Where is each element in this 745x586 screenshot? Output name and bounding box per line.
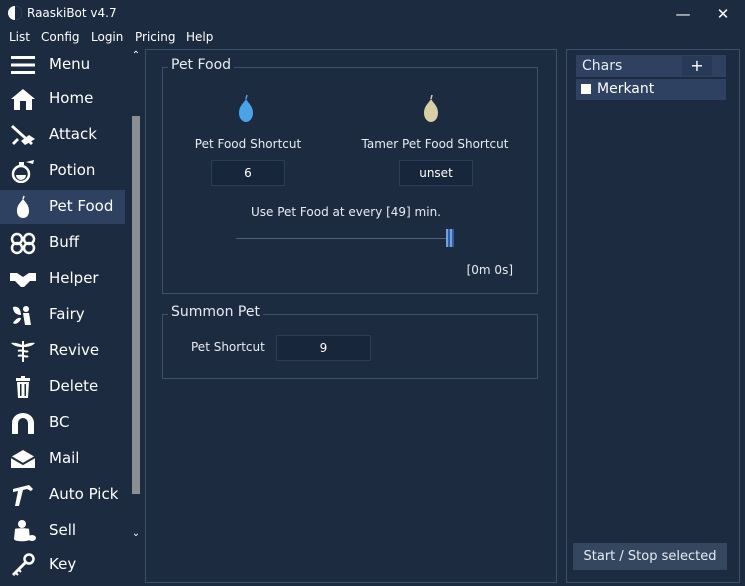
window-title: RaaskiBot v4.7 [27, 6, 117, 20]
handshake-icon [10, 273, 36, 287]
sidebar-item-home[interactable]: Home [0, 82, 125, 116]
sword-icon [11, 125, 35, 145]
sidebar-item-label: Key [49, 555, 77, 573]
pet-food-timer: [0m 0s] [466, 263, 513, 277]
tamer-pet-food-shortcut-field[interactable]: unset [399, 160, 473, 186]
potion-icon [11, 160, 34, 183]
summon-pet-group-title: Summon Pet [168, 304, 263, 320]
pet-food-shortcut-label: Pet Food Shortcut [194, 137, 302, 151]
sidebar: Menu Home Attack Potion Pet Food Buff He… [0, 48, 142, 586]
char-list-item[interactable]: Merkant [576, 79, 726, 100]
chars-header: Chars + [576, 55, 726, 77]
tamer-pear-icon [424, 95, 438, 122]
sidebar-item-helper[interactable]: Helper [0, 262, 125, 296]
menu-bar: List Config Login Pricing Help [0, 28, 745, 48]
sidebar-item-label: Fairy [49, 305, 85, 323]
sidebar-item-potion[interactable]: Potion [0, 154, 125, 188]
sidebar-item-key[interactable]: Key [0, 548, 125, 582]
mail-icon [10, 450, 36, 468]
sidebar-item-label: Home [49, 89, 94, 107]
menu-icon [11, 56, 35, 74]
caduceus-icon [11, 341, 35, 362]
sidebar-scrollbar-thumb[interactable] [132, 116, 140, 494]
char-checkbox[interactable] [581, 84, 591, 94]
sidebar-item-label: Delete [49, 377, 99, 395]
sidebar-item-revive[interactable]: Revive [0, 334, 125, 368]
pet-food-interval-slider[interactable] [236, 238, 454, 239]
menu-login[interactable]: Login [91, 30, 123, 44]
sidebar-item-menu[interactable]: Menu [0, 48, 125, 82]
sidebar-item-fairy[interactable]: Fairy [0, 298, 125, 332]
sidebar-item-mail[interactable]: Mail [0, 442, 125, 476]
sidebar-item-auto-pick[interactable]: Auto Pick [0, 478, 125, 512]
menu-config[interactable]: Config [41, 30, 80, 44]
scroll-up-icon[interactable]: ⌃ [130, 50, 142, 61]
sidebar-item-label: Mail [49, 449, 80, 467]
title-bar: RaaskiBot v4.7 — ✕ [0, 0, 745, 28]
pear-icon [17, 195, 29, 218]
menu-list[interactable]: List [9, 30, 30, 44]
char-name: Merkant [597, 81, 655, 97]
home-icon [11, 89, 35, 110]
pet-shortcut-field[interactable]: 9 [276, 335, 371, 361]
close-button[interactable]: ✕ [708, 4, 738, 24]
sidebar-item-label: Helper [49, 269, 99, 287]
sidebar-item-label: Sell [49, 521, 77, 539]
pet-food-group-title: Pet Food [168, 57, 235, 73]
menu-help[interactable]: Help [186, 30, 213, 44]
fairy-icon [13, 306, 31, 325]
sidebar-item-label: Potion [49, 161, 96, 179]
key-icon [11, 553, 35, 577]
coins-icon [14, 520, 36, 542]
sidebar-item-label: BC [49, 413, 70, 431]
pet-food-shortcut-field[interactable]: 6 [211, 160, 285, 186]
sidebar-item-label: Revive [49, 341, 100, 359]
tamer-pet-food-shortcut-label: Tamer Pet Food Shortcut [361, 137, 509, 151]
trash-icon [16, 376, 30, 398]
sidebar-item-label: Pet Food [49, 197, 114, 215]
sidebar-item-label: Attack [49, 125, 97, 143]
pet-shortcut-label: Pet Shortcut [191, 340, 265, 354]
scroll-down-icon[interactable]: ⌄ [130, 528, 142, 539]
sidebar-item-label: Buff [49, 233, 80, 251]
horseshoe-icon [12, 413, 34, 434]
pet-food-interval-slider-handle[interactable] [446, 229, 454, 247]
sidebar-item-bc[interactable]: BC [0, 406, 125, 440]
sidebar-item-sell[interactable]: Sell [0, 514, 125, 548]
pet-food-pear-icon [239, 95, 253, 122]
app-logo-icon [8, 6, 22, 20]
minimize-button[interactable]: — [668, 4, 698, 24]
chars-title: Chars [582, 58, 623, 74]
start-stop-selected-button[interactable]: Start / Stop selected [573, 543, 727, 570]
sidebar-item-delete[interactable]: Delete [0, 370, 125, 404]
sidebar-item-label: Menu [49, 55, 91, 73]
menu-pricing[interactable]: Pricing [135, 30, 175, 44]
sidebar-item-attack[interactable]: Attack [0, 118, 125, 152]
pick-icon [13, 485, 33, 506]
pet-food-interval-label: Use Pet Food at every [49] min. [250, 205, 441, 219]
buff-icon [10, 232, 36, 255]
sidebar-item-buff[interactable]: Buff [0, 226, 125, 260]
chars-panel [566, 49, 740, 583]
add-char-button[interactable]: + [682, 56, 712, 76]
sidebar-item-pet-food[interactable]: Pet Food [0, 190, 125, 224]
sidebar-item-label: Auto Pick [49, 485, 119, 503]
